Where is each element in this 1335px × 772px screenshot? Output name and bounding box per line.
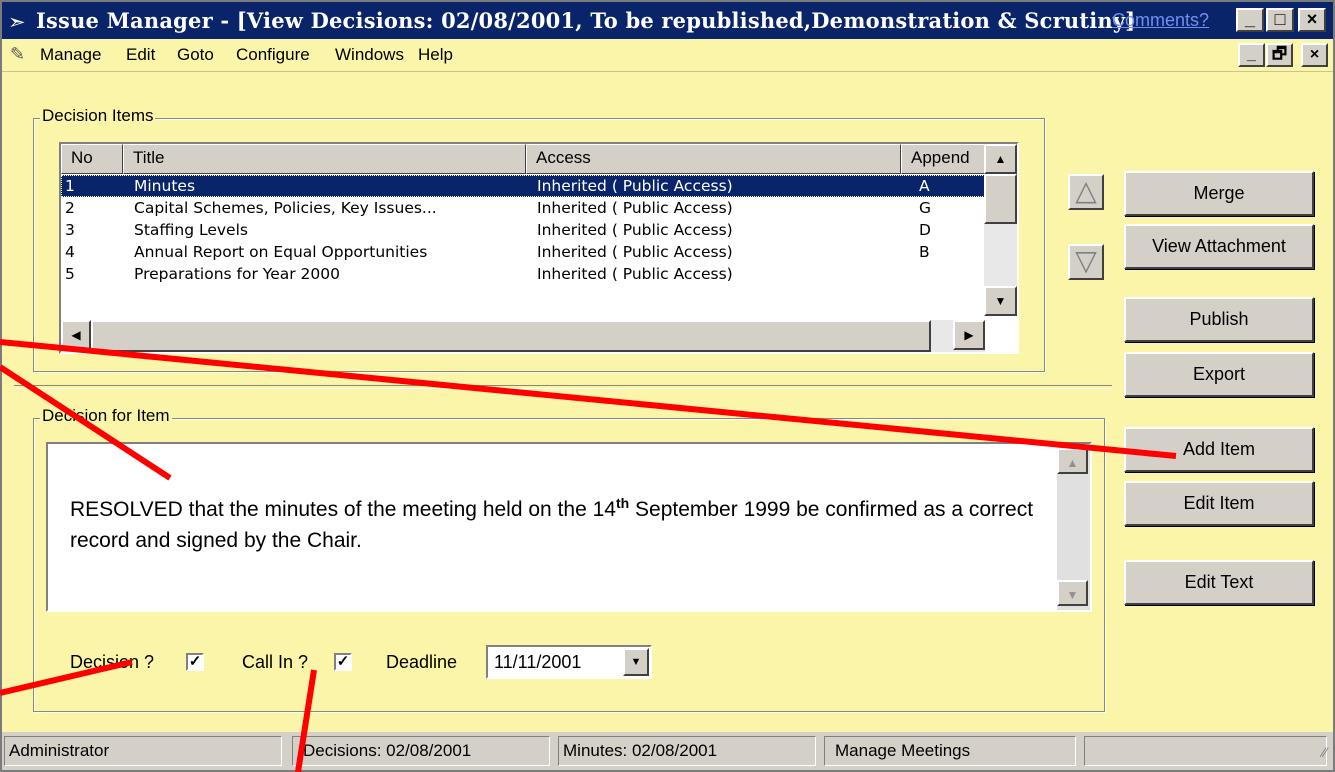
deadline-value: 11/11/2001 [494, 652, 582, 672]
call-in-checkbox[interactable]: ✓ [334, 653, 352, 671]
list-horizontal-scrollbar[interactable]: ◀ ▶ [61, 320, 985, 352]
menu-windows[interactable]: Windows [335, 45, 404, 65]
horizontal-scroll-thumb[interactable] [91, 320, 931, 352]
menu-manage[interactable]: Manage [40, 45, 101, 65]
cell-append: A [919, 177, 930, 195]
column-header-title[interactable]: Title [123, 144, 526, 174]
cell-access: Inherited ( Public Access) [537, 265, 733, 283]
text-scroll-up-icon[interactable]: ▲ [1057, 448, 1088, 474]
move-up-arrow-icon[interactable]: △ [1068, 174, 1104, 210]
table-row[interactable]: 2 Capital Schemes, Policies, Key Issues..… [61, 197, 985, 219]
table-row[interactable]: 5 Preparations for Year 2000 Inherited ( P… [61, 263, 985, 285]
decision-for-item-label: Decision for Item [40, 406, 172, 426]
status-minutes: Minutes: 02/08/2001 [558, 736, 816, 766]
resize-grip-icon[interactable]: ⁄⁄ [1322, 744, 1327, 760]
comments-link[interactable]: Comments? [1112, 10, 1209, 31]
decision-items-list[interactable]: No Title Access Append 1 Minutes Inherited… [59, 142, 1019, 354]
table-row[interactable]: 1 Minutes Inherited ( Public Access) A [61, 175, 985, 197]
edit-item-button[interactable]: Edit Item [1124, 481, 1314, 526]
deadline-label: Deadline [386, 652, 458, 672]
menu-goto[interactable]: Goto [177, 45, 214, 65]
scroll-right-icon[interactable]: ▶ [953, 320, 985, 350]
list-vertical-scrollbar[interactable]: ▲ ▼ [984, 144, 1017, 316]
decision-text-box[interactable]: RESOLVED that the minutes of the meeting… [46, 442, 1092, 612]
add-item-button[interactable]: Add Item [1124, 427, 1314, 472]
text-scroll-down-icon[interactable]: ▼ [1057, 580, 1088, 606]
cell-append: G [919, 199, 932, 217]
deadline-date-picker[interactable]: 11/11/2001 ▼ [486, 645, 652, 679]
splitter[interactable] [14, 385, 1112, 389]
maximize-button[interactable]: □ [1266, 8, 1294, 32]
decision-text: RESOLVED that the minutes of the meeting… [70, 495, 1034, 552]
call-in-label: Call In ? [242, 652, 309, 672]
cell-append: D [919, 221, 931, 239]
issue-manager-window: ➣ Issue Manager - [View Decisions: 02/08… [0, 0, 1335, 772]
scroll-thumb[interactable] [984, 174, 1017, 224]
view-attachment-button[interactable]: View Attachment [1124, 224, 1314, 269]
minimize-button[interactable]: _ [1236, 8, 1264, 32]
cell-no: 4 [65, 243, 75, 261]
publish-button[interactable]: Publish [1124, 297, 1314, 342]
title-bar[interactable]: ➣ Issue Manager - [View Decisions: 02/08… [2, 2, 1333, 39]
app-icon: ➣ [8, 11, 26, 34]
window-title: Issue Manager - [View Decisions: 02/08/2… [36, 8, 1136, 33]
cell-title: Staffing Levels [134, 221, 248, 239]
cell-no: 3 [65, 221, 75, 239]
edit-text-button[interactable]: Edit Text [1124, 560, 1314, 605]
column-header-no[interactable]: No [61, 144, 123, 174]
status-mode: Manage Meetings [824, 736, 1076, 766]
scroll-down-icon[interactable]: ▼ [984, 286, 1017, 316]
cell-access: Inherited ( Public Access) [537, 243, 733, 261]
export-button[interactable]: Export [1124, 352, 1314, 397]
cell-title: Capital Schemes, Policies, Key Issues... [134, 199, 437, 217]
merge-button[interactable]: Merge [1124, 171, 1314, 216]
cell-access: Inherited ( Public Access) [537, 221, 733, 239]
column-header-access[interactable]: Access [526, 144, 901, 174]
cell-no: 1 [65, 177, 75, 195]
chevron-down-icon[interactable]: ▼ [623, 648, 649, 676]
scroll-left-icon[interactable]: ◀ [61, 320, 91, 350]
cell-access: Inherited ( Public Access) [537, 199, 733, 217]
menu-bar: ✎ Manage Edit Goto Configure Windows Hel… [2, 39, 1333, 72]
close-button[interactable]: × [1298, 8, 1326, 32]
move-down-arrow-icon[interactable]: ▽ [1068, 244, 1104, 280]
cell-title: Preparations for Year 2000 [134, 265, 340, 283]
document-icon[interactable]: ✎ [10, 44, 25, 65]
table-row[interactable]: 3 Staffing Levels Inherited ( Public Acces… [61, 219, 985, 241]
decision-checkbox[interactable]: ✓ [186, 653, 204, 671]
status-decisions: Decisions: 02/08/2001 [292, 736, 550, 766]
menu-help[interactable]: Help [418, 45, 453, 65]
cell-title: Minutes [134, 177, 196, 195]
status-extra [1084, 736, 1327, 766]
decision-items-label: Decision Items [40, 106, 156, 126]
text-vertical-scrollbar[interactable]: ▲ ▼ [1057, 444, 1090, 610]
cell-no: 5 [65, 265, 75, 283]
cell-title: Annual Report on Equal Opportunities [134, 243, 428, 261]
status-bar: Administrator Decisions: 02/08/2001 Minu… [2, 732, 1333, 770]
mdi-restore-button[interactable]: 🗗 [1266, 43, 1293, 67]
status-user: Administrator [4, 736, 282, 766]
cell-access: Inherited ( Public Access) [537, 177, 733, 195]
decision-label: Decision ? [70, 652, 155, 672]
column-header-append[interactable]: Append [901, 144, 991, 174]
mdi-minimize-button[interactable]: _ [1238, 43, 1265, 67]
menu-edit[interactable]: Edit [126, 45, 155, 65]
cell-append: B [919, 243, 930, 261]
scroll-up-icon[interactable]: ▲ [984, 144, 1017, 174]
table-row[interactable]: 4 Annual Report on Equal Opportunities Inh… [61, 241, 985, 263]
cell-no: 2 [65, 199, 75, 217]
mdi-close-button[interactable]: × [1301, 43, 1328, 67]
menu-configure[interactable]: Configure [236, 45, 310, 65]
